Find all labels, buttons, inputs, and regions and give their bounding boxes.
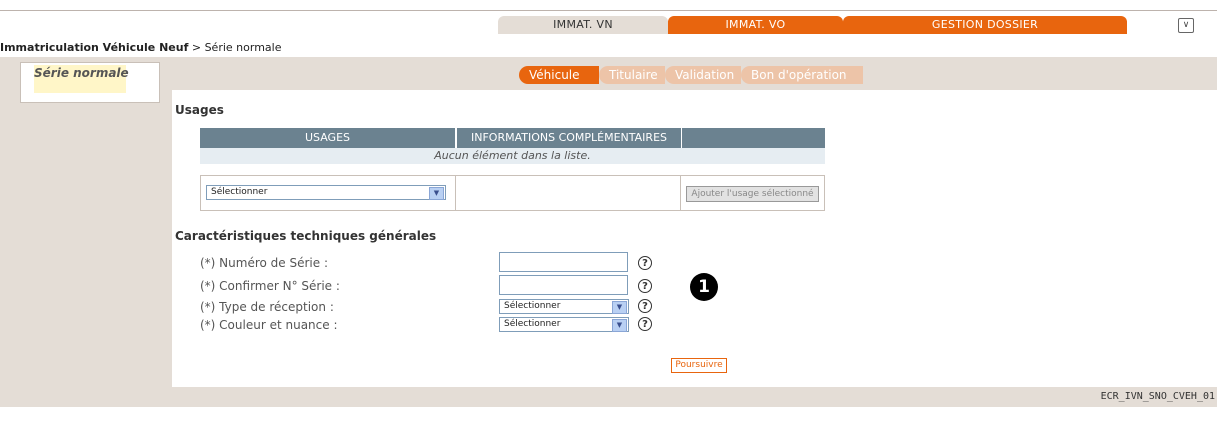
column-header-actions bbox=[681, 128, 825, 148]
section-title-caracteristiques: Caractéristiques techniques générales bbox=[175, 229, 437, 243]
annotation-badge: 1 bbox=[690, 273, 718, 301]
couleur-nuance-select[interactable]: Sélectionner ▼ bbox=[499, 317, 629, 332]
couleur-nuance-value: Sélectionner bbox=[504, 319, 561, 329]
label-type-reception: (*) Type de réception : bbox=[200, 300, 334, 314]
row-divider bbox=[680, 175, 681, 211]
tab-gestion-dossier[interactable]: GESTION DOSSIER bbox=[843, 16, 1127, 34]
chevron-down-icon: ▼ bbox=[429, 187, 444, 200]
step-bon-operation: Bon d'opération bbox=[741, 66, 863, 84]
chevron-down-icon: ▼ bbox=[612, 301, 627, 314]
type-reception-select[interactable]: Sélectionner ▼ bbox=[499, 299, 629, 314]
tab-immat-vn[interactable]: IMMAT. VN bbox=[498, 16, 668, 34]
column-header-usages: USAGES bbox=[200, 128, 455, 148]
breadcrumb-current: Série normale bbox=[204, 41, 282, 54]
help-icon[interactable]: ? bbox=[638, 317, 652, 331]
step-titulaire: Titulaire bbox=[599, 66, 665, 84]
section-title-usages: Usages bbox=[175, 103, 224, 117]
breadcrumb-root: Immatriculation Véhicule Neuf bbox=[0, 41, 189, 54]
help-icon[interactable]: ? bbox=[638, 279, 652, 293]
top-divider bbox=[0, 10, 1217, 11]
numero-serie-input[interactable] bbox=[499, 252, 628, 272]
chevron-down-icon: ▼ bbox=[612, 319, 627, 332]
confirmer-serie-input[interactable] bbox=[499, 275, 628, 295]
sidebar-item-serie-normale[interactable]: Série normale bbox=[34, 66, 129, 80]
tab-immat-vo[interactable]: IMMAT. VO bbox=[668, 16, 843, 34]
step-vehicule[interactable]: Véhicule bbox=[519, 66, 599, 84]
sidebar-background bbox=[0, 57, 172, 407]
collapse-icon[interactable]: ∨ bbox=[1178, 18, 1194, 33]
step-validation: Validation bbox=[665, 66, 741, 84]
add-usage-button[interactable]: Ajouter l'usage sélectionné bbox=[686, 186, 819, 202]
label-numero-serie: (*) Numéro de Série : bbox=[200, 256, 328, 270]
screen-id: ECR_IVN_SNO_CVEH_01 bbox=[1100, 391, 1215, 402]
breadcrumb-separator: > bbox=[191, 41, 202, 54]
label-confirmer-serie: (*) Confirmer N° Série : bbox=[200, 279, 340, 293]
label-couleur-nuance: (*) Couleur et nuance : bbox=[200, 318, 338, 332]
help-icon[interactable]: ? bbox=[638, 299, 652, 313]
breadcrumb: Immatriculation Véhicule Neuf > Série no… bbox=[0, 40, 281, 56]
column-header-informations: INFORMATIONS COMPLÉMENTAIRES bbox=[456, 128, 681, 148]
type-reception-value: Sélectionner bbox=[504, 301, 561, 311]
row-divider bbox=[455, 175, 456, 211]
usage-select-value: Sélectionner bbox=[211, 187, 268, 197]
poursuivre-button[interactable]: Poursuivre bbox=[671, 358, 727, 373]
help-icon[interactable]: ? bbox=[638, 256, 652, 270]
usage-select[interactable]: Sélectionner ▼ bbox=[206, 185, 446, 200]
empty-list-message: Aucun élément dans la liste. bbox=[200, 148, 825, 164]
